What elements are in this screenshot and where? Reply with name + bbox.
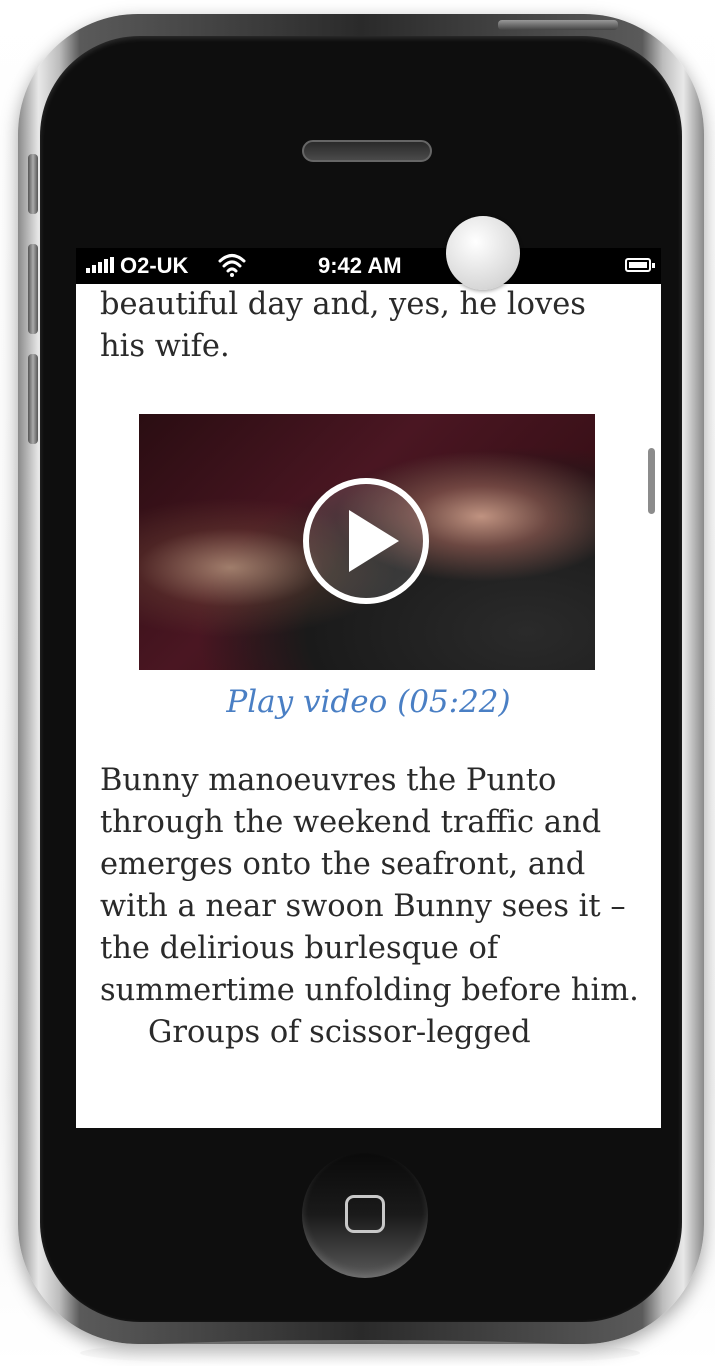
- play-video-link[interactable]: Play video (05:22): [76, 684, 661, 720]
- stage: O2-UK 9:42 AM beautiful day and, yes, he…: [0, 0, 715, 1366]
- earpiece-speaker: [302, 140, 432, 162]
- article-body: Bunny manoeuvres the Punto through the w…: [100, 760, 645, 1054]
- screen: O2-UK 9:42 AM beautiful day and, yes, he…: [76, 248, 661, 1128]
- scroll-indicator: [648, 448, 655, 514]
- video-thumbnail[interactable]: [139, 414, 595, 670]
- signal-icon: [86, 257, 114, 273]
- sleep-button[interactable]: [498, 20, 618, 30]
- floor-reflection: [80, 1340, 640, 1366]
- play-icon[interactable]: [299, 474, 433, 608]
- volume-down-button[interactable]: [28, 354, 38, 444]
- status-time: 9:42 AM: [318, 253, 402, 278]
- mute-switch[interactable]: [28, 154, 38, 214]
- paragraph-top: beautiful day and, yes, he loves his wif…: [100, 287, 586, 364]
- carrier-name: O2-UK: [120, 253, 189, 278]
- home-square-icon: [345, 1195, 385, 1233]
- battery-icon: [625, 258, 655, 272]
- volume-up-button[interactable]: [28, 244, 38, 334]
- home-button[interactable]: [302, 1152, 428, 1278]
- article-top: beautiful day and, yes, he loves his wif…: [100, 284, 640, 368]
- touch-indicator: [446, 216, 520, 290]
- paragraph-main: Bunny manoeuvres the Punto through the w…: [100, 763, 639, 1008]
- paragraph-next: Groups of scissor-legged: [148, 1015, 531, 1050]
- wifi-icon: [218, 254, 246, 277]
- status-bar: O2-UK 9:42 AM: [76, 248, 661, 284]
